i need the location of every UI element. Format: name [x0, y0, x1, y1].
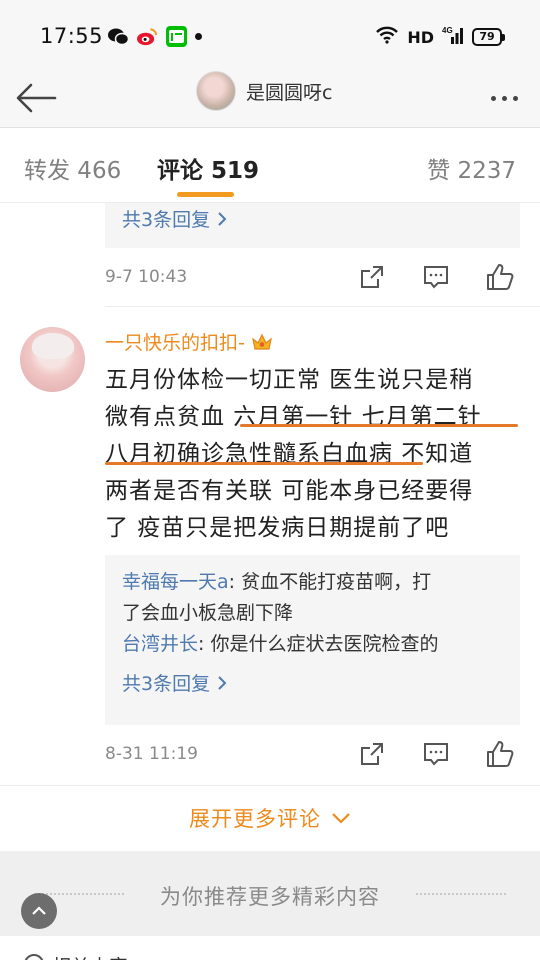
commenter-avatar[interactable] — [20, 327, 85, 392]
related-content-header[interactable]: 相关内容 — [0, 936, 540, 960]
post-author[interactable]: 是圆圆呀c — [196, 71, 332, 111]
chevron-down-icon — [332, 813, 350, 824]
like-button[interactable] — [485, 739, 515, 769]
recommend-section: 为你推荐更多精彩内容 — [0, 851, 540, 936]
view-replies-link[interactable]: 共3条回复 — [122, 203, 503, 232]
crown-badge-icon — [251, 333, 272, 350]
notification-dot — [195, 33, 202, 40]
avatar[interactable] — [196, 71, 236, 111]
reply-item-continued: 了会血小板急剧下降 — [122, 602, 294, 624]
status-app-icons — [108, 26, 202, 47]
share-button[interactable] — [357, 739, 387, 769]
comment-line: 八月初确诊急性髓系白血病 不知道 — [105, 441, 474, 467]
reply-user[interactable]: 幸福每一天a — [122, 571, 229, 593]
wifi-icon — [375, 26, 399, 48]
thumbs-up-icon — [487, 264, 514, 290]
signal-icon: 4G — [442, 25, 464, 49]
comment-divider — [105, 306, 540, 307]
reply-preview-box: 共3条回复 — [105, 203, 520, 248]
highlight-underline — [240, 424, 518, 427]
share-icon — [361, 743, 383, 765]
back-button[interactable] — [14, 76, 58, 120]
comment-date: 8-31 11:19 — [105, 744, 198, 764]
active-tab-indicator — [177, 192, 234, 197]
like-button[interactable] — [485, 262, 515, 292]
chevron-up-icon — [32, 906, 46, 915]
scroll-to-top-button[interactable] — [21, 893, 57, 929]
view-replies-label[interactable]: 共3条回复 — [122, 669, 210, 696]
highlight-underline — [105, 462, 423, 465]
related-label[interactable]: 相关内容 — [52, 952, 128, 960]
reply-button[interactable] — [421, 739, 451, 769]
comment-date: 9-7 10:43 — [105, 267, 188, 287]
reply-button[interactable] — [421, 262, 451, 292]
comment-icon — [424, 743, 448, 766]
iqiyi-icon — [166, 26, 187, 47]
reply-text: : 贫血不能打疫苗啊，打 — [228, 571, 432, 593]
more-dot — [501, 95, 507, 101]
reply-item[interactable]: 幸福每一天a: 贫血不能打疫苗啊，打 — [122, 567, 503, 598]
chevron-right-icon — [218, 675, 227, 690]
share-icon — [361, 266, 383, 288]
expand-more-label[interactable]: 展开更多评论 — [189, 803, 321, 833]
tab-comments[interactable]: 评论 519 — [157, 151, 259, 185]
comment-line: 微有点贫血 六月第一针 七月第二针 — [105, 404, 482, 430]
comment-line: 了 疫苗只是把发病日期提前了吧 — [105, 515, 450, 541]
battery-icon: 79 — [472, 28, 505, 46]
more-dot — [512, 95, 518, 101]
comment-line: 两者是否有关联 可能本身已经要得 — [105, 478, 474, 504]
svg-text:4G: 4G — [442, 26, 453, 35]
comment-text: 五月份体检一切正常 医生说只是稍 微有点贫血 六月第一针 七月第二针 八月初确诊… — [105, 362, 515, 547]
network-type: HD — [407, 27, 434, 47]
thumbs-up-icon — [487, 741, 514, 767]
separator-dots — [416, 893, 506, 895]
navigation-bar: 是圆圆呀c — [0, 70, 540, 128]
more-options-button[interactable] — [484, 80, 524, 116]
avatar-hair — [32, 333, 74, 359]
view-replies-link[interactable]: 共3条回复 — [122, 669, 503, 696]
tab-likes[interactable]: 赞 2237 — [427, 151, 516, 185]
related-icon — [24, 954, 44, 960]
expand-more-comments-button[interactable]: 展开更多评论 — [0, 786, 540, 850]
weibo-icon — [137, 26, 158, 47]
reply-item[interactable]: 台湾井长: 你是什么症状去医院检查的 — [122, 629, 503, 660]
comment-meta: 8-31 11:19 — [105, 735, 525, 775]
share-button[interactable] — [357, 262, 387, 292]
status-time: 17:55 — [40, 24, 104, 48]
more-dots-icon — [490, 95, 496, 101]
post-tabs: 转发 466 评论 519 赞 2237 — [0, 129, 540, 203]
commenter-name-row[interactable]: 一只快乐的扣扣- — [105, 328, 273, 355]
tab-repost[interactable]: 转发 466 — [24, 151, 121, 185]
recommend-label: 为你推荐更多精彩内容 — [160, 885, 380, 909]
commenter-name[interactable]: 一只快乐的扣扣- — [105, 328, 245, 355]
back-arrow-icon — [16, 83, 57, 113]
comment-line: 五月份体检一切正常 医生说只是稍 — [105, 367, 474, 393]
comment-meta: 9-7 10:43 — [105, 258, 525, 298]
status-bar: 17:55 HD 4G 79 — [0, 0, 540, 70]
author-name[interactable]: 是圆圆呀c — [246, 78, 332, 105]
wechat-icon — [108, 26, 129, 47]
reply-text: : 你是什么症状去医院检查的 — [198, 633, 439, 655]
view-replies-label[interactable]: 共3条回复 — [122, 205, 210, 232]
replies-box: 幸福每一天a: 贫血不能打疫苗啊，打 了会血小板急剧下降 台湾井长: 你是什么症… — [105, 555, 520, 725]
chevron-right-icon — [218, 211, 227, 226]
reply-user[interactable]: 台湾井长 — [122, 633, 198, 655]
status-system-icons: HD 4G 79 — [375, 25, 505, 49]
comment-icon — [424, 266, 448, 289]
